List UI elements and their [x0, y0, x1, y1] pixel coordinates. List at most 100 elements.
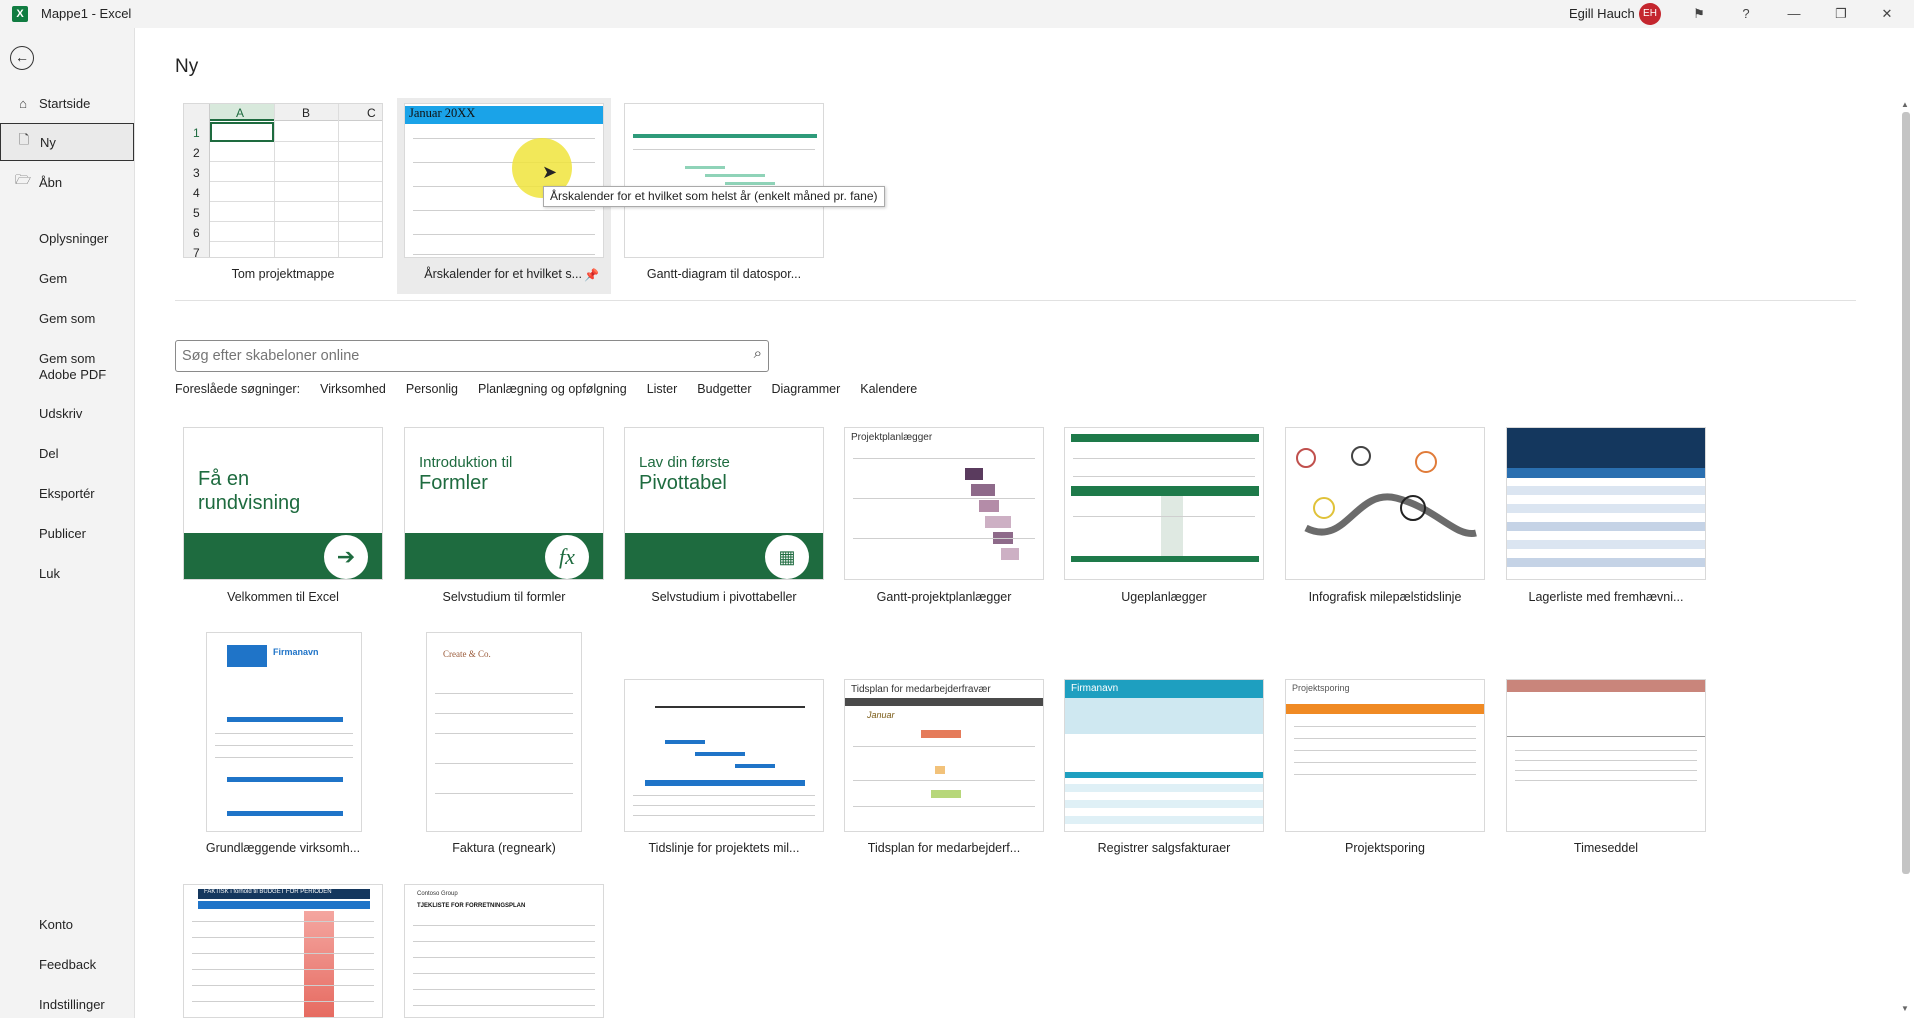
- sales-invoices-thumbnail[interactable]: Firmanavn: [1064, 679, 1264, 832]
- timesheet-thumbnail[interactable]: [1506, 679, 1706, 832]
- business-invoice-thumbnail[interactable]: Firmanavn: [206, 632, 362, 832]
- row-header: 1: [193, 126, 200, 140]
- avatar[interactable]: EH: [1639, 3, 1661, 25]
- backstage-sidebar: ← ⌂ Startside 🗋 Ny 🗁 Åbn Oplysninger Gem…: [0, 28, 135, 1018]
- sidebar-item-eksporter[interactable]: Eksportér: [0, 474, 134, 512]
- suggested-link[interactable]: Lister: [647, 382, 678, 400]
- sidebar-item-konto[interactable]: Konto: [0, 905, 134, 943]
- suggested-link[interactable]: Personlig: [406, 382, 458, 400]
- column-header: C: [367, 106, 376, 120]
- thumbnail-text: Create & Co.: [443, 649, 491, 659]
- sidebar-item-label: Feedback: [39, 956, 97, 972]
- week-planner-thumbnail[interactable]: [1064, 427, 1264, 580]
- tour-thumbnail[interactable]: Få en rundvisning ➔: [183, 427, 383, 580]
- title-bar: X Mappe1 - Excel Egill Hauch EH ⚑ ? — ❐ …: [0, 0, 1914, 28]
- column-header: A: [236, 106, 245, 120]
- sidebar-item-udskriv[interactable]: Udskriv: [0, 394, 134, 432]
- search-input[interactable]: [182, 346, 742, 366]
- sidebar-item-label: Åbn: [39, 174, 63, 190]
- template-label: Faktura (regneark): [452, 841, 556, 855]
- template-search-box[interactable]: ⌕: [175, 340, 769, 372]
- suggested-link[interactable]: Diagrammer: [772, 382, 841, 400]
- template-label: Selvstudium i pivottabeller: [651, 590, 797, 604]
- sidebar-item-label: Konto: [39, 916, 73, 932]
- template-label: Gantt-diagram til datospor...: [646, 267, 802, 281]
- vertical-scrollbar[interactable]: [1902, 112, 1910, 874]
- sidebar-item-label: Eksportér: [39, 485, 95, 501]
- arrow-right-icon: ➔: [324, 535, 368, 579]
- suggested-link[interactable]: Budgetter: [697, 382, 751, 400]
- sidebar-item-label: Udskriv: [39, 405, 83, 421]
- back-arrow-icon[interactable]: ←: [10, 46, 34, 70]
- thumbnail-text: Pivottabel: [639, 472, 727, 494]
- restore-icon[interactable]: ❐: [1830, 3, 1852, 25]
- pin-icon[interactable]: 📌: [584, 268, 599, 282]
- function-icon: fx: [545, 535, 589, 579]
- suggested-link[interactable]: Virksomhed: [320, 382, 386, 400]
- gantt-planner-thumbnail[interactable]: Projektplanlægger: [844, 427, 1044, 580]
- template-label: Infografisk milepælstidslinje: [1308, 590, 1462, 604]
- mouse-pointer-icon: ➤: [542, 162, 558, 182]
- help-icon[interactable]: ?: [1735, 3, 1757, 25]
- scroll-down-icon[interactable]: ▼: [1901, 1004, 1909, 1013]
- suggested-link[interactable]: Planlægning og opfølgning: [478, 382, 627, 400]
- template-label: Timeseddel: [1573, 841, 1639, 855]
- sidebar-item-gem-som-pdf[interactable]: Gem som Adobe PDF: [0, 346, 134, 388]
- row-header: 6: [193, 226, 200, 240]
- sidebar-item-del[interactable]: Del: [0, 434, 134, 472]
- search-icon[interactable]: ⌕: [754, 345, 762, 362]
- sidebar-item-ny[interactable]: 🗋 Ny: [0, 123, 134, 161]
- thumbnail-text: Januar: [867, 710, 895, 720]
- budget-actual-thumbnail[interactable]: FAKTISK i forhold til BUDGET FOR PERIODE…: [183, 884, 383, 1018]
- sidebar-item-label: Publicer: [39, 525, 86, 541]
- sidebar-item-abn[interactable]: 🗁 Åbn: [0, 163, 134, 201]
- template-label: Tidslinje for projektets mil...: [648, 841, 800, 855]
- template-label: Årskalender for et hvilket s...: [424, 267, 582, 281]
- sidebar-item-label: Del: [39, 445, 59, 461]
- project-milestone-thumbnail[interactable]: [624, 679, 824, 832]
- pivot-table-icon: ▦: [765, 535, 809, 579]
- sidebar-item-startside[interactable]: ⌂ Startside: [0, 84, 134, 122]
- template-label: Tidsplan for medarbejderf...: [867, 841, 1021, 855]
- project-tracking-thumbnail[interactable]: Projektsporing: [1285, 679, 1485, 832]
- thumbnail-text: Firmanavn: [1071, 683, 1119, 694]
- page-title: Ny: [175, 56, 199, 77]
- row-header: 4: [193, 186, 200, 200]
- formulas-thumbnail[interactable]: Introduktion til Formler fx: [404, 427, 604, 580]
- sidebar-item-luk[interactable]: Luk: [0, 554, 134, 592]
- user-name[interactable]: Egill Hauch: [1569, 6, 1635, 21]
- pivot-thumbnail[interactable]: Lav din første Pivottabel ▦: [624, 427, 824, 580]
- scroll-up-icon[interactable]: ▲: [1901, 100, 1909, 109]
- business-plan-checklist-thumbnail[interactable]: Contoso Group TJEKLISTE FOR FORRETNINGSP…: [404, 884, 604, 1018]
- template-label: Lagerliste med fremhævni...: [1528, 590, 1684, 604]
- sidebar-item-gem[interactable]: Gem: [0, 259, 134, 297]
- invoice-sheet-thumbnail[interactable]: Create & Co.: [426, 632, 582, 832]
- sidebar-item-label: Startside: [39, 95, 91, 111]
- column-header: B: [302, 106, 311, 120]
- template-label: Projektsporing: [1345, 841, 1425, 855]
- inventory-list-thumbnail[interactable]: [1506, 427, 1706, 580]
- thumbnail-text: TJEKLISTE FOR FORRETNINGSPLAN: [417, 903, 526, 909]
- sidebar-item-label: Oplysninger: [39, 230, 109, 246]
- sidebar-item-publicer[interactable]: Publicer: [0, 514, 134, 552]
- gantt-date-thumbnail[interactable]: [624, 103, 824, 258]
- thumbnail-text: Tidsplan for medarbejderfravær: [851, 684, 991, 695]
- sidebar-item-indstillinger[interactable]: Indstillinger: [0, 985, 134, 1023]
- sidebar-item-oplysninger[interactable]: Oplysninger: [0, 219, 134, 257]
- template-tooltip: Årskalender for et hvilket som helst år …: [543, 186, 885, 207]
- sidebar-item-gem-som[interactable]: Gem som: [0, 299, 134, 337]
- blank-workbook-thumbnail[interactable]: A B C 1 2 3 4 5 6 7: [183, 103, 383, 258]
- suggested-link[interactable]: Kalendere: [860, 382, 917, 400]
- home-icon: ⌂: [19, 95, 27, 111]
- absence-schedule-thumbnail[interactable]: Tidsplan for medarbejderfravær Januar: [844, 679, 1044, 832]
- feedback-icon[interactable]: ⚑: [1688, 3, 1710, 25]
- template-label: Registrer salgsfakturaer: [1097, 841, 1231, 855]
- calendar-thumbnail[interactable]: Januar 20XX: [404, 103, 604, 258]
- suggested-searches: Foreslåede søgninger: Virksomhed Personl…: [175, 382, 937, 400]
- milestone-timeline-thumbnail[interactable]: [1285, 427, 1485, 580]
- sidebar-item-label: Indstillinger: [39, 996, 105, 1012]
- thumbnail-text: Få en: [198, 468, 250, 490]
- close-icon[interactable]: ✕: [1876, 3, 1898, 25]
- minimize-icon[interactable]: —: [1783, 3, 1805, 25]
- sidebar-item-feedback[interactable]: Feedback: [0, 945, 134, 983]
